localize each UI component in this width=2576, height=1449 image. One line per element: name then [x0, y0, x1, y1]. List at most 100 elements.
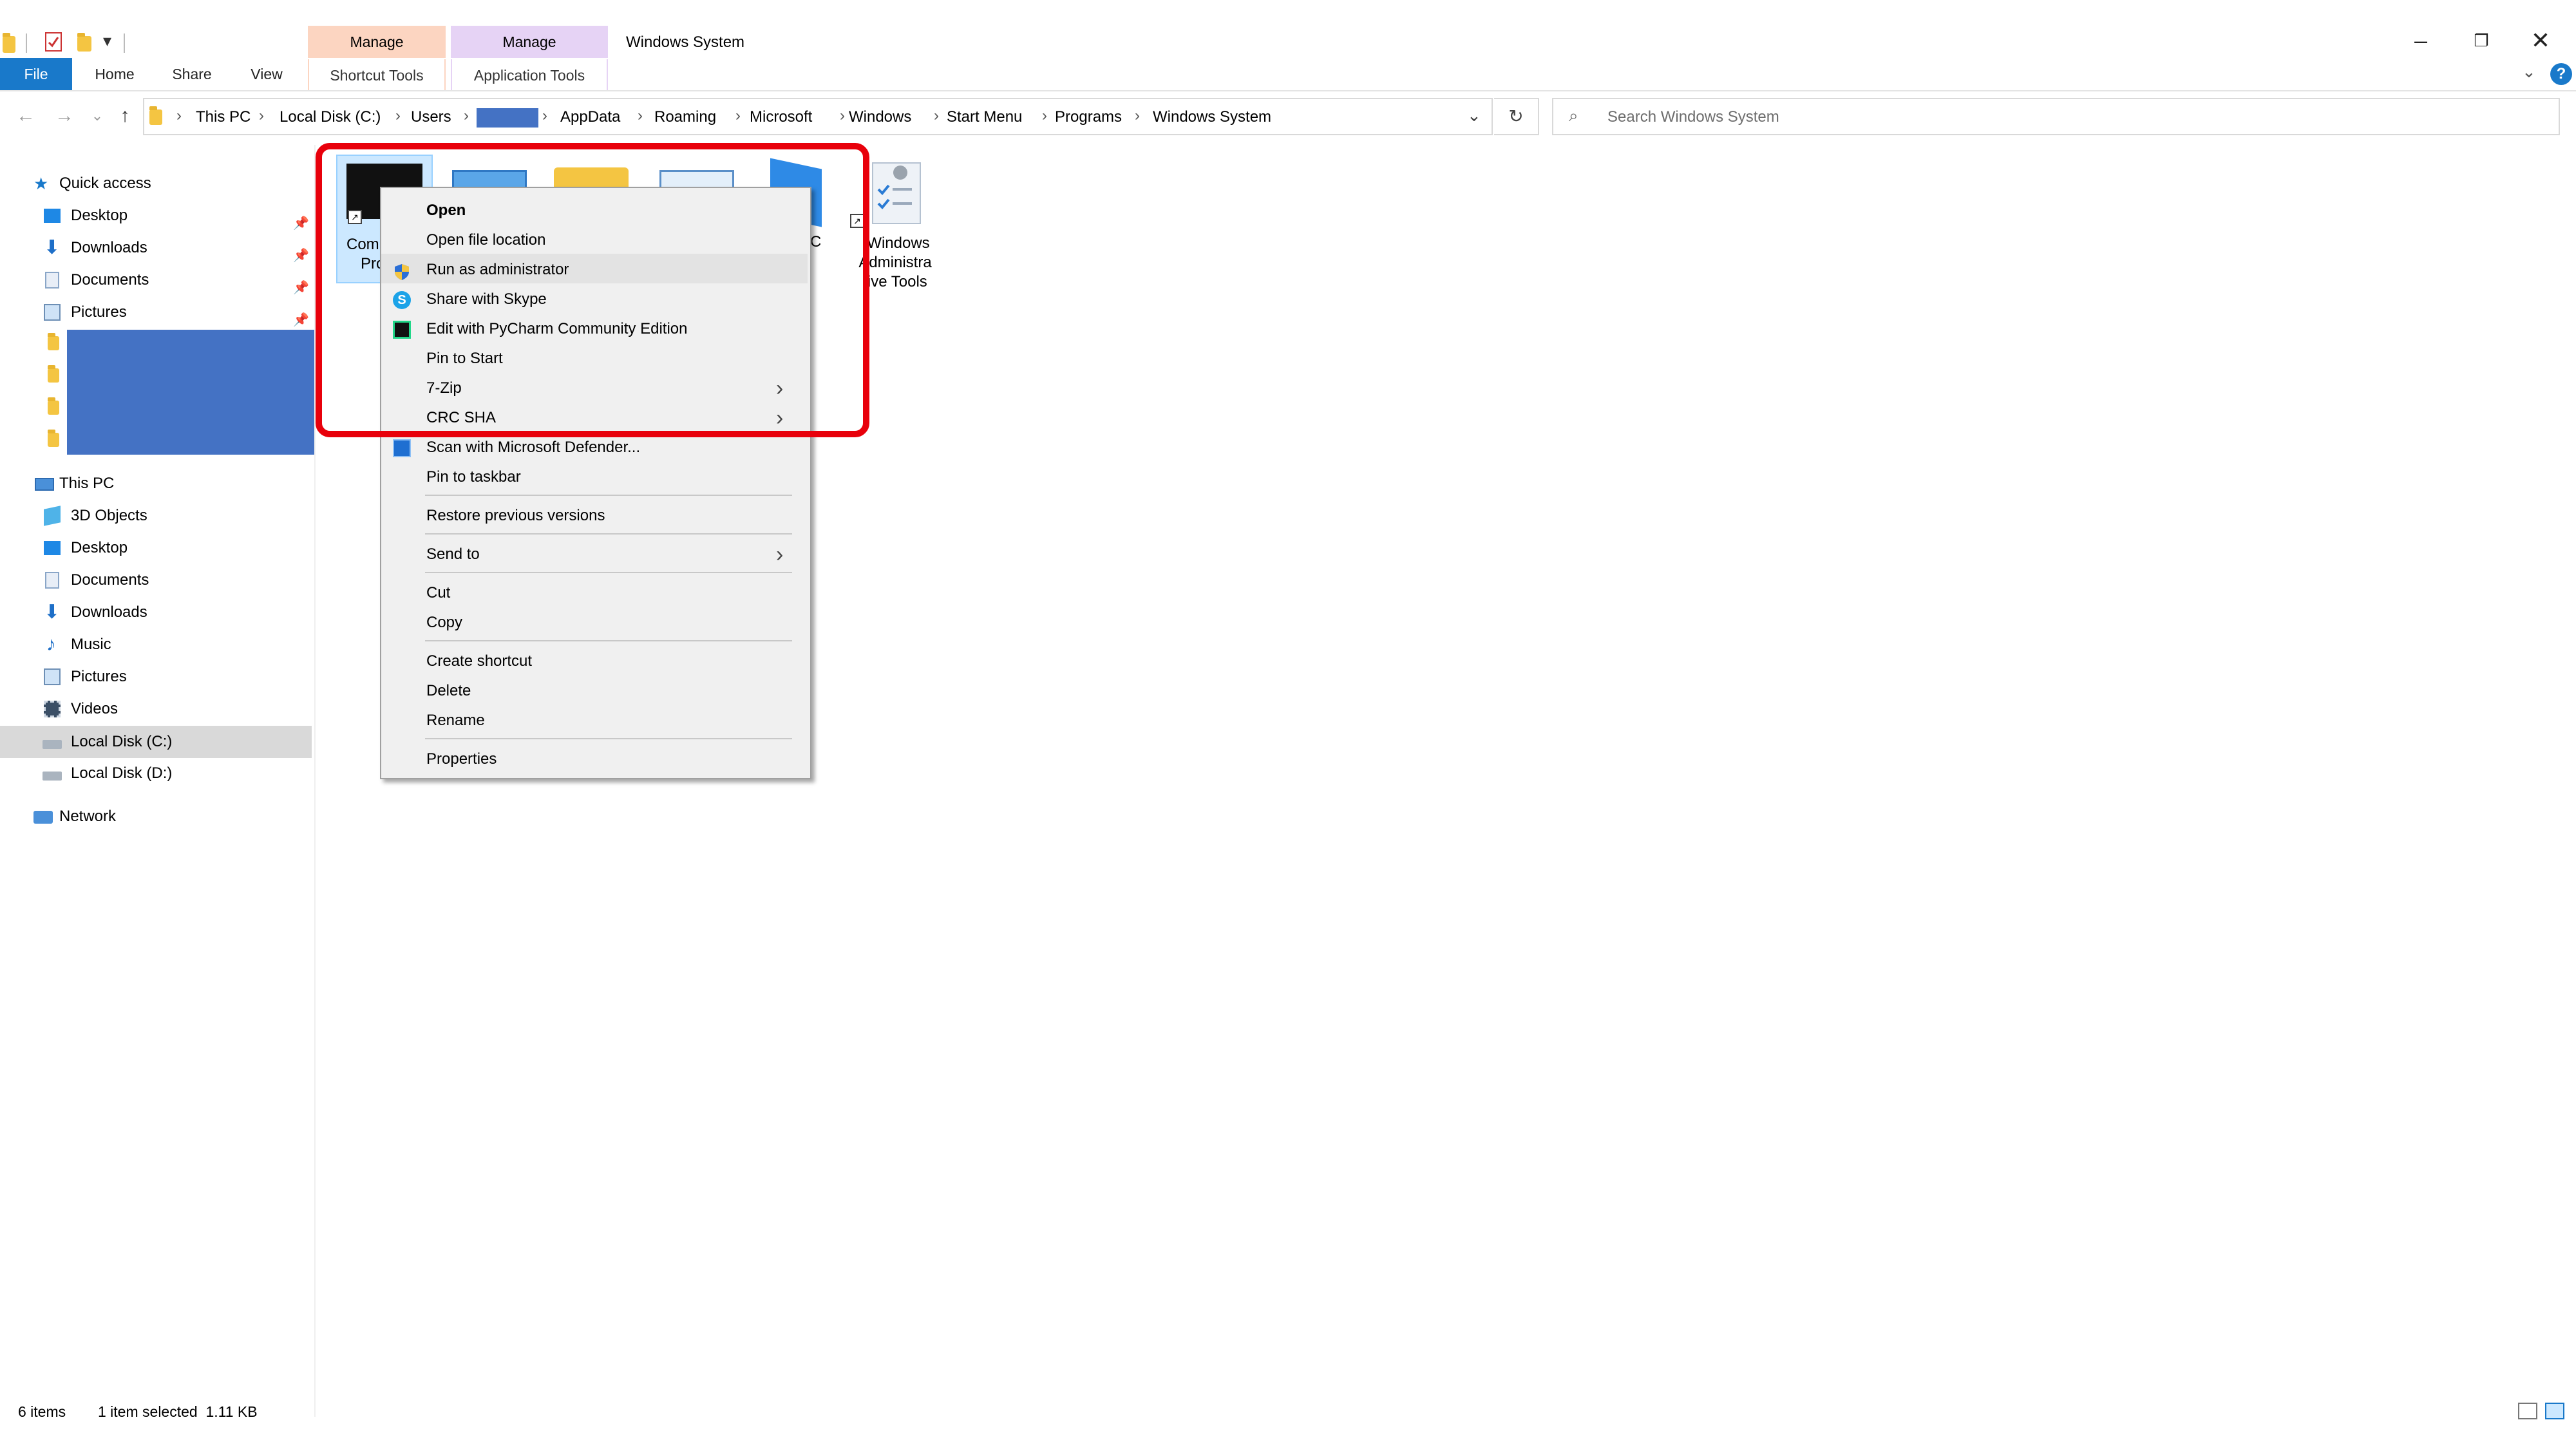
menu-item-delete[interactable]: Delete — [380, 676, 808, 706]
nav-label: Local Disk (C:) — [71, 733, 173, 750]
menu-item-pin-to-taskbar[interactable]: Pin to taskbar — [380, 462, 808, 492]
computer-icon — [35, 478, 54, 491]
breadcrumb-separator: › — [542, 107, 547, 124]
folder-icon — [48, 365, 59, 383]
menu-item-rename[interactable]: Rename — [380, 706, 808, 735]
menu-item-restore-previous-versions[interactable]: Restore previous versions — [380, 501, 808, 531]
nav-pc-desktop[interactable]: Desktop — [0, 532, 314, 564]
tab-shortcut-tools[interactable]: Shortcut Tools — [308, 59, 446, 91]
tab-application-tools[interactable]: Application Tools — [451, 59, 608, 91]
nav-label: Downloads — [71, 603, 147, 621]
documents-icon — [45, 572, 59, 589]
breadcrumb-separator: › — [1135, 107, 1140, 124]
breadcrumb-separator: › — [259, 107, 264, 124]
tab-file[interactable]: File — [0, 58, 72, 90]
nav-quick-pictures[interactable]: Pictures 📌 — [0, 296, 314, 328]
nav-pc-pictures[interactable]: Pictures — [0, 661, 314, 693]
refresh-icon[interactable]: ↻ — [1494, 98, 1539, 135]
music-note-icon: ♪ — [46, 634, 56, 655]
star-icon: ★ — [33, 174, 49, 193]
pictures-icon — [44, 668, 61, 685]
breadcrumb-separator: › — [934, 107, 939, 124]
tab-share[interactable]: Share — [161, 59, 223, 89]
menu-item-label: Pin to taskbar — [426, 468, 521, 486]
nav-label: Documents — [71, 271, 149, 289]
forward-arrow-icon[interactable]: → — [52, 103, 77, 129]
nav-this-pc[interactable]: This PC — [0, 468, 314, 500]
download-arrow-icon: ⬇ — [44, 601, 61, 623]
address-bar[interactable]: › This PC › Local Disk (C:) › Users › › … — [143, 98, 1493, 135]
menu-item-create-shortcut[interactable]: Create shortcut — [380, 647, 808, 676]
tab-home[interactable]: Home — [84, 59, 146, 89]
status-selection: 1 item selected 1.11 KB — [98, 1403, 258, 1420]
breadcrumb-separator: › — [735, 107, 741, 124]
menu-separator — [425, 640, 792, 641]
nav-pc-documents[interactable]: Documents — [0, 564, 314, 596]
expand-ribbon-icon[interactable]: ⌄ — [2522, 62, 2536, 82]
nav-label: Desktop — [71, 539, 128, 556]
nav-music[interactable]: ♪ Music — [0, 629, 314, 661]
breadcrumb-local-disk[interactable]: Local Disk (C:) — [279, 108, 381, 126]
manage-shortcut-header: Manage — [308, 26, 446, 58]
nav-quick-desktop[interactable]: Desktop 📌 — [0, 200, 314, 232]
nav-local-disk-c[interactable]: Local Disk (C:) — [0, 726, 314, 758]
menu-item-send-to[interactable]: Send to › — [380, 540, 808, 569]
defender-icon — [393, 439, 411, 457]
restore-button[interactable]: ❐ — [2465, 24, 2497, 57]
breadcrumb-roaming[interactable]: Roaming — [654, 108, 716, 126]
menu-separator — [425, 533, 792, 535]
nav-label: 3D Objects — [71, 507, 147, 524]
breadcrumb-programs[interactable]: Programs — [1055, 108, 1122, 126]
folder-icon — [149, 106, 162, 125]
breadcrumb-microsoft[interactable]: Microsoft — [750, 108, 812, 126]
menu-item-cut[interactable]: Cut — [380, 578, 808, 608]
nav-local-disk-d[interactable]: Local Disk (D:) — [0, 757, 314, 790]
nav-pc-downloads[interactable]: ⬇ Downloads — [0, 596, 314, 629]
address-dropdown-icon[interactable]: ⌄ — [1467, 106, 1481, 126]
pictures-icon — [44, 304, 61, 321]
nav-quick-documents[interactable]: Documents 📌 — [0, 264, 314, 296]
menu-item-label: Copy — [426, 614, 463, 631]
nav-label: Videos — [71, 700, 118, 717]
tab-view[interactable]: View — [236, 59, 298, 89]
menu-item-label: Delete — [426, 682, 471, 699]
menu-item-copy[interactable]: Copy — [380, 608, 808, 638]
close-button[interactable]: ✕ — [2524, 24, 2557, 57]
menu-separator — [425, 495, 792, 496]
search-input[interactable]: ⌕ Search Windows System — [1552, 98, 2560, 135]
breadcrumb-start-menu[interactable]: Start Menu — [947, 108, 1022, 126]
customize-toolbar-icon[interactable]: ▾ — [103, 31, 111, 51]
toolbar-divider — [124, 33, 125, 53]
large-icons-view-icon[interactable] — [2545, 1403, 2564, 1419]
nav-quick-access[interactable]: ★ Quick access — [0, 167, 314, 200]
breadcrumb-separator: › — [638, 107, 643, 124]
folder-icon — [3, 33, 15, 53]
nav-label: Downloads — [71, 239, 147, 256]
menu-item-label: Restore previous versions — [426, 507, 605, 524]
back-arrow-icon[interactable]: ← — [13, 103, 39, 129]
menu-item-label: Cut — [426, 584, 451, 601]
details-view-icon[interactable] — [2518, 1403, 2537, 1419]
breadcrumb-users[interactable]: Users — [411, 108, 451, 126]
menu-item-properties[interactable]: Properties — [380, 744, 808, 774]
submenu-chevron-icon: › — [776, 542, 784, 567]
nav-quick-downloads[interactable]: ⬇ Downloads 📌 — [0, 232, 314, 264]
menu-separator — [425, 572, 792, 573]
nav-videos[interactable]: Videos — [0, 693, 314, 725]
nav-network[interactable]: Network — [0, 800, 314, 833]
breadcrumb-windows-system[interactable]: Windows System — [1153, 108, 1271, 126]
breadcrumb-windows[interactable]: Windows — [849, 108, 911, 126]
breadcrumb-appdata[interactable]: AppData — [560, 108, 620, 126]
redacted-pinned-folders[interactable] — [67, 330, 316, 455]
breadcrumb-redacted-user[interactable] — [477, 108, 538, 128]
up-arrow-icon[interactable]: ↑ — [112, 103, 138, 129]
properties-icon[interactable] — [45, 32, 62, 52]
minimize-button[interactable]: – — [2405, 24, 2437, 57]
folder-icon — [48, 397, 59, 415]
breadcrumb-separator: › — [395, 107, 401, 124]
recent-locations-icon[interactable]: ⌄ — [88, 103, 107, 129]
help-icon[interactable]: ? — [2550, 63, 2572, 85]
new-folder-icon[interactable] — [77, 33, 91, 52]
nav-3d-objects[interactable]: 3D Objects — [0, 500, 314, 532]
breadcrumb-this-pc[interactable]: This PC — [196, 108, 251, 126]
